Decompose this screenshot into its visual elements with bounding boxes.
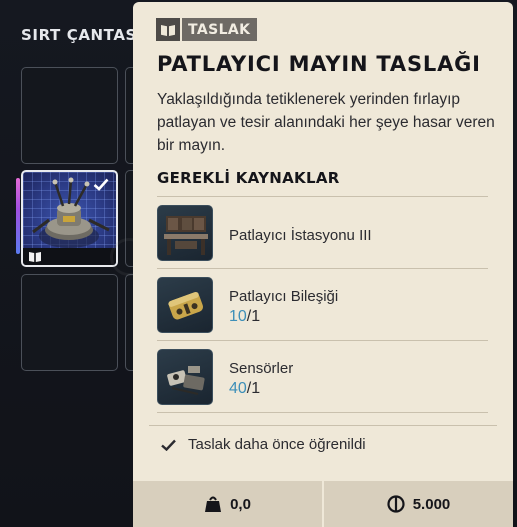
quantity-required: /1 bbox=[246, 308, 261, 325]
blueprint-badge: TASLAK bbox=[156, 18, 258, 41]
currency-icon bbox=[387, 495, 405, 513]
resource-row: Patlayıcı İstasyonu III bbox=[157, 196, 488, 268]
inventory-slot-explosive-mine-blueprint[interactable] bbox=[21, 170, 118, 267]
learned-text: Taslak daha önce öğrenildi bbox=[188, 436, 366, 453]
resource-quantity: 40/1 bbox=[229, 380, 260, 398]
tooltip-footer: 0,0 5.000 bbox=[133, 481, 513, 527]
resource-row: Sensörler 40/1 bbox=[157, 340, 488, 412]
weight-cell: 0,0 bbox=[133, 481, 322, 527]
badge-label: TASLAK bbox=[182, 18, 258, 41]
workbench-icon bbox=[157, 205, 213, 261]
inventory-slot[interactable] bbox=[21, 67, 118, 164]
explosive-compound-icon bbox=[157, 277, 213, 333]
required-resources-heading: GEREKLİ KAYNAKLAR bbox=[157, 169, 340, 187]
check-icon bbox=[161, 439, 176, 451]
resource-quantity: 10/1 bbox=[229, 308, 260, 326]
rarity-indicator bbox=[16, 178, 20, 254]
item-tooltip: TASLAK PATLAYICI MAYIN TASLAĞI Yaklaşıld… bbox=[133, 2, 513, 527]
divider bbox=[157, 412, 488, 413]
inventory-slot[interactable] bbox=[21, 274, 118, 371]
sensors-icon bbox=[157, 349, 213, 405]
resource-name: Sensörler bbox=[229, 360, 294, 377]
item-title: PATLAYICI MAYIN TASLAĞI bbox=[157, 52, 481, 76]
weight-icon bbox=[205, 496, 222, 512]
blueprint-icon bbox=[29, 252, 41, 262]
resource-name: Patlayıcı İstasyonu III bbox=[229, 227, 372, 244]
learned-status: Taslak daha önce öğrenildi bbox=[161, 436, 366, 453]
blueprint-book-icon bbox=[161, 24, 175, 36]
backpack-title: SIRT ÇANTASI bbox=[21, 26, 137, 44]
divider bbox=[149, 425, 497, 426]
weight-value: 0,0 bbox=[230, 495, 251, 513]
quantity-owned: 10 bbox=[229, 308, 247, 325]
resource-row: Patlayıcı Bileşiği 10/1 bbox=[157, 268, 488, 340]
resource-name: Patlayıcı Bileşiği bbox=[229, 288, 339, 305]
learned-check-icon bbox=[93, 178, 109, 191]
price-cell: 5.000 bbox=[322, 481, 513, 527]
price-value: 5.000 bbox=[412, 495, 451, 513]
item-description: Yaklaşıldığında tetiklenerek yerinden fı… bbox=[157, 91, 495, 154]
quantity-required: /1 bbox=[246, 380, 261, 397]
quantity-owned: 40 bbox=[229, 380, 247, 397]
